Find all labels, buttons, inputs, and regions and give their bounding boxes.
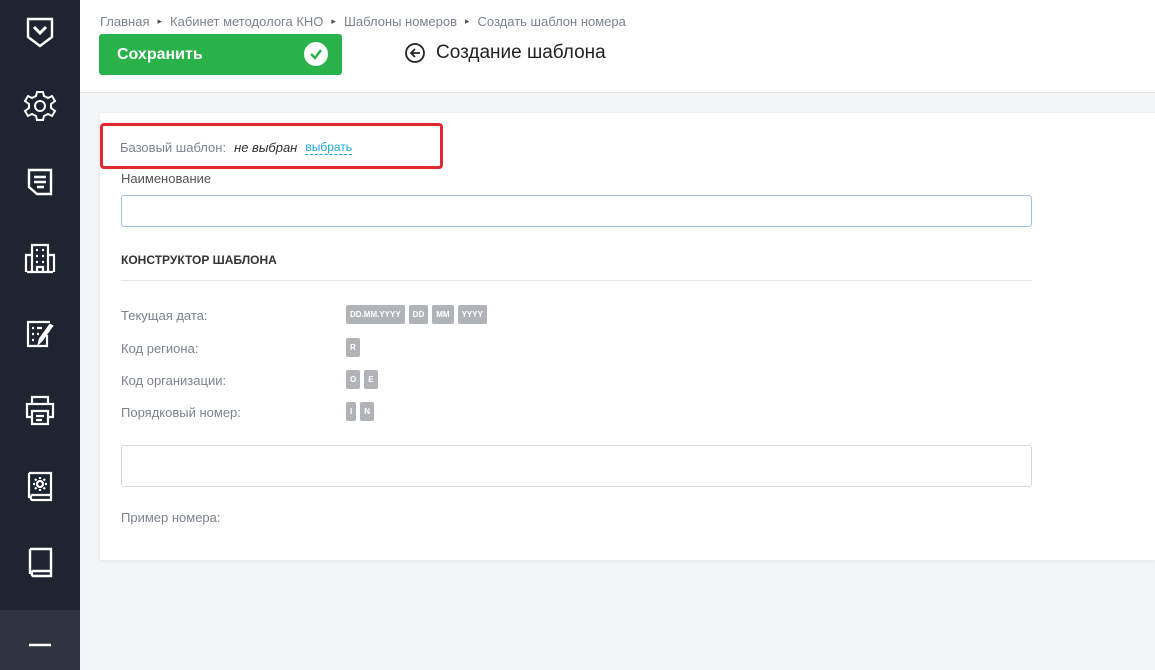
document-list-icon[interactable] xyxy=(0,152,80,212)
name-field-label: Наименование xyxy=(121,171,212,186)
header: Главная ▸ Кабинет методолога КНО ▸ Шабло… xyxy=(80,0,1155,93)
breadcrumb-home[interactable]: Главная xyxy=(100,14,149,29)
token-date-full[interactable]: DD.MM.YYYY xyxy=(346,305,405,324)
edit-form-icon[interactable] xyxy=(0,304,80,364)
row-label-serial-number: Порядковый номер: xyxy=(121,405,241,420)
logo-shield-icon[interactable] xyxy=(0,2,80,62)
arrow-left-circle-icon[interactable] xyxy=(404,42,426,64)
breadcrumb-current: Создать шаблон номера xyxy=(477,14,626,29)
breadcrumb-separator: ▸ xyxy=(157,16,163,26)
row-label-region-code: Код региона: xyxy=(121,341,199,356)
base-template-row: Базовый шаблон: не выбран выбрать xyxy=(120,140,353,155)
base-template-label: Базовый шаблон: xyxy=(120,140,227,155)
token-org-e[interactable]: E xyxy=(364,370,378,389)
token-day[interactable]: DD xyxy=(408,305,429,324)
base-template-value: не выбран xyxy=(234,140,298,155)
token-region[interactable]: R xyxy=(346,338,360,357)
token-group-region: R xyxy=(346,338,360,357)
settings-book-icon[interactable] xyxy=(0,456,80,516)
token-group-date: DD.MM.YYYY DD MM YYYY xyxy=(346,305,487,324)
printer-icon[interactable] xyxy=(0,380,80,440)
save-button[interactable]: Сохранить xyxy=(99,34,342,75)
check-icon xyxy=(304,42,328,66)
sidebar xyxy=(0,0,80,670)
token-group-serial: I N xyxy=(346,402,375,421)
sidebar-item-partial[interactable] xyxy=(0,610,80,670)
example-label: Пример номера: xyxy=(121,510,221,525)
template-form-card: Базовый шаблон: не выбран выбрать Наимен… xyxy=(100,113,1155,560)
constructor-title: КОНСТРУКТОР ШАБЛОНА xyxy=(121,253,277,267)
breadcrumb-methodologist[interactable]: Кабинет методолога КНО xyxy=(170,14,323,29)
row-label-org-code: Код организации: xyxy=(121,373,227,388)
token-group-org: O E xyxy=(346,370,378,389)
breadcrumb-separator: ▸ xyxy=(331,16,336,26)
name-input[interactable] xyxy=(121,195,1032,227)
building-icon[interactable] xyxy=(0,228,80,288)
breadcrumb: Главная ▸ Кабинет методолога КНО ▸ Шабло… xyxy=(100,14,626,29)
save-button-label: Сохранить xyxy=(117,45,203,63)
breadcrumb-templates[interactable]: Шаблоны номеров xyxy=(344,14,457,29)
select-base-template-link[interactable]: выбрать xyxy=(305,140,353,155)
divider xyxy=(121,280,1032,281)
token-org-o[interactable]: O xyxy=(346,370,361,389)
page-title: Создание шаблона xyxy=(436,42,606,63)
token-month[interactable]: MM xyxy=(432,305,454,324)
breadcrumb-separator: ▸ xyxy=(465,16,470,26)
token-serial-n[interactable]: N xyxy=(360,402,375,421)
row-label-current-date: Текущая дата: xyxy=(121,308,208,323)
gear-icon[interactable] xyxy=(0,76,80,136)
template-input[interactable] xyxy=(121,445,1032,487)
token-year[interactable]: YYYY xyxy=(457,305,487,324)
token-serial-i[interactable]: I xyxy=(346,402,357,421)
book-icon[interactable] xyxy=(0,532,80,592)
